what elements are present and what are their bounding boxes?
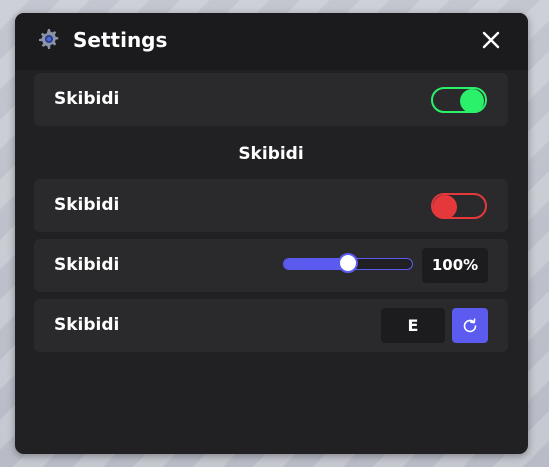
settings-window: Settings Skibidi Skibidi Skibidi Skibidi…	[15, 13, 528, 454]
toggle-switch-on[interactable]	[431, 87, 487, 113]
section-header: Skibidi	[238, 144, 304, 164]
keybind-button[interactable]: E	[381, 308, 445, 343]
row-label: Skibidi	[54, 315, 120, 335]
row-label: Skibidi	[54, 195, 120, 215]
toggle-switch-off[interactable]	[431, 193, 487, 219]
row-label: Skibidi	[54, 89, 120, 109]
title-bar: Settings	[15, 13, 528, 70]
close-icon	[482, 31, 500, 49]
slider-value: 100%	[422, 248, 488, 283]
slider-thumb[interactable]	[338, 253, 358, 273]
refresh-icon	[463, 317, 477, 332]
reset-keybind-button[interactable]	[452, 308, 488, 343]
gear-icon	[39, 29, 59, 49]
toggle-knob	[460, 89, 484, 113]
row-label: Skibidi	[54, 255, 120, 275]
settings-row-toggle-on: Skibidi	[34, 73, 508, 126]
value-slider[interactable]	[283, 253, 413, 273]
settings-row-toggle-off: Skibidi	[34, 179, 508, 232]
settings-row-slider: Skibidi 100%	[34, 239, 508, 292]
close-button[interactable]	[478, 27, 504, 53]
window-title: Settings	[73, 28, 168, 52]
toggle-knob	[433, 195, 457, 219]
settings-row-keybind: Skibidi E	[34, 299, 508, 352]
